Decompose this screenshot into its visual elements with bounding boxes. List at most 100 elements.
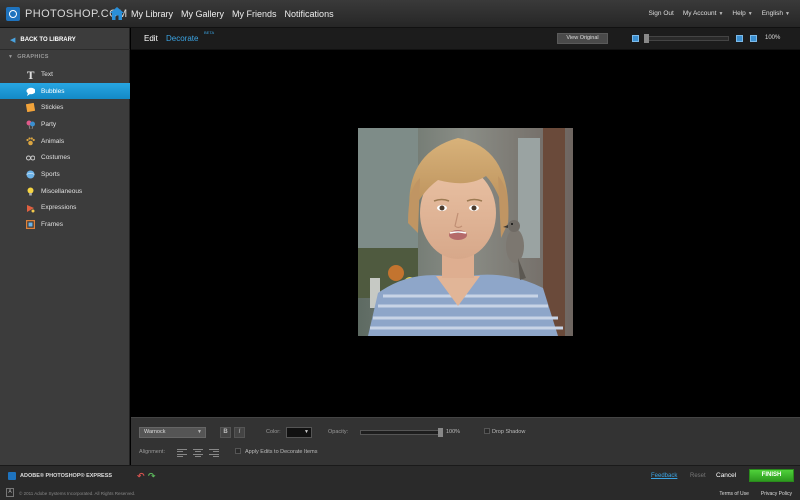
zoom-slider[interactable] — [644, 36, 729, 41]
help-label: Help — [732, 10, 746, 17]
font-dropdown-value: Warnock — [144, 429, 166, 435]
editor-canvas[interactable] — [131, 50, 800, 417]
opacity-value: 100% — [446, 429, 461, 435]
sidebar-item-label: Text — [41, 70, 53, 78]
opacity-slider-handle[interactable] — [438, 428, 443, 437]
back-to-library-link[interactable]: ◀ BACK TO LIBRARY — [10, 36, 76, 44]
photo-boy-with-bird[interactable] — [358, 128, 573, 336]
alignment-label: Alignment: — [139, 449, 165, 455]
text-t-icon: T — [27, 71, 35, 79]
ball-icon — [26, 170, 35, 179]
my-account-menu[interactable]: My Account ▼ — [683, 10, 724, 17]
photoshop-express-logo: ADOBE® PHOTOSHOP® EXPRESS — [8, 472, 112, 480]
photoshop-logo-icon — [6, 7, 20, 21]
arrow-left-icon: ◀ — [10, 37, 16, 44]
language-menu[interactable]: English ▼ — [762, 10, 790, 17]
photo-image — [358, 128, 573, 336]
nav-my-library[interactable]: My Library — [131, 9, 173, 19]
sidebar-divider — [0, 49, 130, 50]
graphics-section-header[interactable]: ▼ GRAPHICS — [8, 54, 49, 60]
drop-shadow-label: Drop Shadow — [492, 429, 526, 435]
speech-bubble-icon — [26, 87, 35, 96]
sidebar-item-label: Sports — [41, 170, 60, 178]
chevron-down-icon: ▼ — [785, 11, 790, 17]
actual-size-icon[interactable] — [750, 35, 757, 42]
view-original-button[interactable]: View Original — [557, 33, 608, 44]
account-links: Sign Out My Account ▼ Help ▼ English ▼ — [649, 10, 790, 17]
svg-text:T: T — [27, 71, 35, 79]
nav-my-friends[interactable]: My Friends — [232, 9, 277, 19]
sidebar-item-label: Animals — [41, 137, 65, 145]
collapse-triangle-icon: ▼ — [8, 54, 14, 60]
sidebar-item-text[interactable]: T Text — [0, 66, 130, 83]
align-center-icon[interactable] — [193, 447, 203, 457]
zoom-slider-handle[interactable] — [644, 34, 649, 43]
sidebar-item-expressions[interactable]: Expressions — [0, 200, 130, 217]
reset-button[interactable]: Reset — [690, 473, 706, 479]
sidebar-item-label: Party — [41, 120, 57, 128]
zoom-out-icon[interactable] — [632, 35, 639, 42]
apply-edits-label: Apply Edits to Decorate Items — [245, 449, 318, 455]
copyright-text: © 2011 Adobe Systems Incorporated. All R… — [19, 491, 136, 496]
zoom-in-icon[interactable] — [736, 35, 743, 42]
zoom-level: 100% — [765, 35, 781, 41]
cancel-button[interactable]: Cancel — [716, 472, 736, 479]
tab-edit[interactable]: Edit — [144, 34, 158, 43]
sidebar-item-bubbles[interactable]: Bubbles — [0, 82, 130, 100]
sidebar-item-stickies[interactable]: Stickies — [0, 99, 130, 116]
text-options-panel: Warnock ▼ B I Color: ▼ Opacity: 100% Dro… — [131, 417, 800, 465]
bold-button[interactable]: B — [220, 427, 231, 438]
sidebar-item-label: Costumes — [41, 154, 71, 162]
align-right-icon[interactable] — [209, 447, 219, 457]
font-dropdown[interactable]: Warnock ▼ — [139, 427, 206, 438]
product-name: ADOBE® PHOTOSHOP® EXPRESS — [20, 473, 113, 479]
help-menu[interactable]: Help ▼ — [732, 10, 752, 17]
sign-out-link[interactable]: Sign Out — [649, 10, 674, 17]
sidebar-item-sports[interactable]: Sports — [0, 166, 130, 183]
sidebar-item-costumes[interactable]: Costumes — [0, 149, 130, 166]
sidebar-item-label: Stickies — [41, 104, 64, 112]
color-label: Color: — [266, 429, 281, 435]
opacity-slider[interactable] — [360, 430, 440, 435]
sidebar-item-frames[interactable]: Frames — [0, 216, 130, 233]
redo-icon[interactable]: ↷ — [148, 471, 156, 482]
footer-links: Terms of Use Privacy Policy — [719, 491, 792, 497]
main-nav: My Library My Gallery My Friends Notific… — [131, 9, 334, 19]
sidebar-item-miscellaneous[interactable]: Miscellaneous — [0, 183, 130, 200]
nav-notifications[interactable]: Notifications — [285, 9, 334, 19]
undo-icon[interactable]: ↶ — [137, 471, 145, 482]
section-title: GRAPHICS — [17, 54, 49, 60]
finish-button[interactable]: FINISH — [749, 469, 794, 482]
paw-icon — [26, 137, 35, 146]
sidebar-item-label: Miscellaneous — [41, 187, 83, 195]
chevron-down-icon: ▼ — [197, 429, 202, 435]
beta-badge: BETA — [204, 30, 215, 35]
home-icon[interactable] — [110, 7, 124, 20]
back-label: BACK TO LIBRARY — [20, 37, 76, 43]
language-label: English — [761, 10, 784, 17]
sidebar-item-animals[interactable]: Animals — [0, 133, 130, 150]
photoshop-express-icon — [8, 472, 16, 480]
apply-edits-checkbox[interactable] — [235, 448, 241, 454]
drop-shadow-checkbox[interactable] — [484, 428, 490, 434]
graphics-category-list: T Text Bubbles Stickies Party Animals Costumes… — [0, 66, 130, 233]
tab-decorate[interactable]: Decorate — [166, 34, 198, 43]
my-account-label: My Account — [682, 10, 717, 17]
chevron-down-icon: ▼ — [747, 11, 753, 17]
color-picker[interactable]: ▼ — [286, 427, 312, 438]
footer: ADOBE® PHOTOSHOP® EXPRESS A © 2011 Adobe… — [0, 465, 800, 500]
adobe-logo-icon: A — [6, 488, 14, 497]
top-bar: PHOTOSHOP.COM My Library My Gallery My F… — [0, 0, 800, 28]
nav-my-gallery[interactable]: My Gallery — [181, 9, 224, 19]
align-left-icon[interactable] — [177, 447, 187, 457]
expression-icon — [27, 204, 35, 212]
sidebar-item-label: Frames — [41, 221, 64, 229]
chevron-down-icon: ▼ — [718, 11, 724, 17]
feedback-link[interactable]: Feedback — [651, 473, 677, 479]
opacity-label: Opacity: — [328, 429, 349, 435]
terms-of-use-link[interactable]: Terms of Use — [719, 491, 748, 497]
italic-button[interactable]: I — [234, 427, 245, 438]
sticky-note-icon — [26, 103, 35, 113]
sidebar-item-party[interactable]: Party — [0, 116, 130, 133]
privacy-policy-link[interactable]: Privacy Policy — [761, 491, 792, 497]
